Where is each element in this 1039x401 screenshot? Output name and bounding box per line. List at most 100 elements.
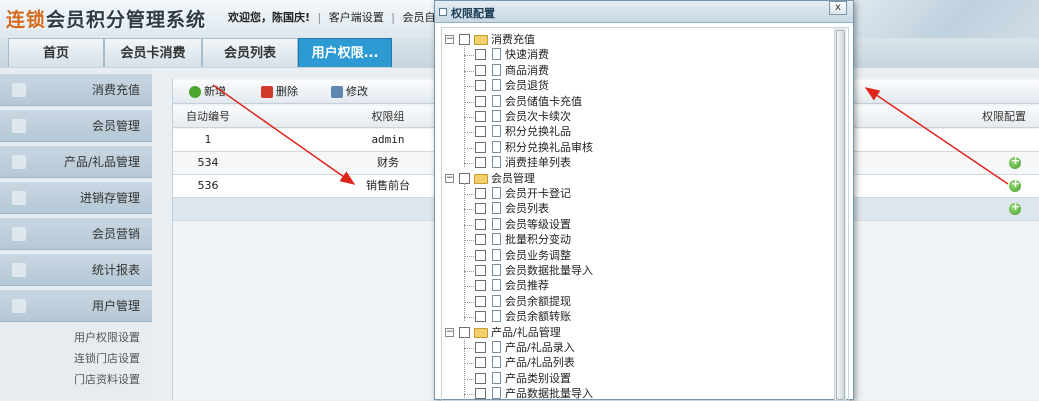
tree-expander-icon[interactable]: − (445, 173, 454, 183)
column-header-config[interactable]: 权限配置 (968, 106, 1039, 128)
tree-permission-label[interactable]: 产品/礼品列表 (505, 355, 575, 370)
permission-checkbox[interactable] (475, 111, 486, 122)
tree-permission-label[interactable]: 会员列表 (505, 201, 549, 216)
permission-checkbox[interactable] (475, 49, 486, 61)
permission-checkbox[interactable] (475, 64, 486, 76)
permission-checkbox[interactable] (475, 265, 486, 276)
gift-icon (12, 155, 26, 169)
client-settings-link[interactable]: 客户端设置 (329, 11, 384, 24)
tab-home[interactable]: 首页 (8, 38, 104, 67)
sidebar-item-member-marketing[interactable]: 会员营销 (0, 218, 152, 250)
user-icon (12, 83, 26, 97)
tree-permission-label[interactable]: 会员余额提现 (505, 294, 571, 309)
close-button[interactable]: x (829, 1, 847, 15)
tree-permission-label[interactable]: 会员数据批量导入 (505, 263, 593, 278)
column-header-id[interactable]: 自动编号 (173, 106, 243, 128)
tree-connector (464, 301, 474, 303)
sidebar-subitem-chain-stores[interactable]: 连锁门店设置 (0, 349, 152, 369)
tree-connector (464, 348, 474, 349)
tree-permission-label[interactable]: 产品类别设置 (505, 371, 571, 386)
document-icon (492, 248, 501, 261)
permission-checkbox[interactable] (475, 372, 486, 384)
permission-checkbox[interactable] (475, 141, 486, 153)
tree-group-label[interactable]: 会员管理 (491, 171, 535, 186)
tree-permission-label[interactable]: 会员等级设置 (505, 217, 571, 232)
tree-permission-label[interactable]: 消费挂单列表 (505, 155, 571, 170)
vertical-scrollbar[interactable] (834, 28, 846, 400)
permission-checkbox[interactable] (475, 357, 486, 369)
scrollbar-thumb[interactable] (836, 30, 845, 400)
welcome-bar: 欢迎您，陈国庆! | 客户端设置 | 会员自助 (228, 9, 446, 25)
tree-permission-label[interactable]: 会员开卡登记 (505, 186, 571, 201)
permission-checkbox[interactable] (475, 280, 486, 292)
tree-permission-label[interactable]: 会员余额转账 (505, 309, 571, 324)
permission-checkbox[interactable] (475, 126, 486, 138)
tree-permission-label[interactable]: 积分兑换礼品审核 (505, 140, 593, 155)
sidebar-item-member-management[interactable]: 会员管理 (0, 110, 152, 142)
dialog-titlebar[interactable]: 权限配置 x (435, 1, 853, 23)
delete-button[interactable]: 删除 (261, 84, 298, 100)
tree-permission-label[interactable]: 产品/礼品录入 (505, 340, 575, 355)
permission-checkbox[interactable] (475, 203, 486, 215)
tree-permission-label[interactable]: 快速消费 (505, 47, 549, 62)
tree-expander-icon[interactable]: − (445, 327, 454, 337)
tree-permission-label[interactable]: 商品消费 (505, 63, 549, 78)
tree-connector (464, 378, 474, 380)
permission-checkbox[interactable] (475, 80, 486, 92)
tree-connector (464, 209, 474, 211)
tree-permission-label[interactable]: 会员储值卡充值 (505, 94, 582, 109)
tree-permission-label[interactable]: 会员退货 (505, 78, 549, 93)
tree-permission-label[interactable]: 产品数据批量导入 (505, 386, 593, 400)
tab-user-permissions[interactable]: 用户权限... (298, 38, 392, 67)
sidebar-item-consume-recharge[interactable]: 消费充值 (0, 74, 152, 106)
document-icon (492, 156, 501, 169)
sidebar-item-inventory[interactable]: 进销存管理 (0, 182, 152, 214)
permission-checkbox[interactable] (475, 249, 486, 261)
permission-config-icon[interactable] (1009, 177, 1021, 192)
sidebar-subitem-store-info[interactable]: 门店资料设置 (0, 370, 152, 390)
document-icon (492, 110, 501, 122)
permission-checkbox[interactable] (475, 342, 486, 353)
tree-connector (464, 363, 474, 365)
permission-checkbox[interactable] (475, 311, 486, 323)
document-icon (492, 202, 501, 215)
app-logo: 连锁会员积分管理系统 (6, 9, 207, 31)
tree-group-label[interactable]: 消费充值 (491, 32, 535, 47)
tree-group-label[interactable]: 产品/礼品管理 (491, 325, 561, 340)
permission-checkbox[interactable] (475, 234, 486, 246)
tree-connector (464, 224, 474, 226)
dialog-title: 权限配置 (451, 7, 495, 20)
permission-checkbox[interactable] (475, 95, 486, 107)
tree-connector (464, 117, 474, 118)
permission-checkbox[interactable] (475, 295, 486, 307)
tree-permission-label[interactable]: 会员次卡续次 (505, 109, 571, 124)
permission-config-icon[interactable] (1009, 154, 1021, 169)
permission-checkbox[interactable] (475, 388, 486, 400)
tree-permission-label[interactable]: 批量积分变动 (505, 232, 571, 247)
document-icon (492, 387, 501, 400)
document-icon (492, 264, 501, 276)
add-button[interactable]: 新增 (189, 84, 226, 100)
tree-connector (464, 336, 465, 399)
tree-permission-label[interactable]: 会员业务调整 (505, 248, 571, 263)
tree-permission-label[interactable]: 积分兑换礼品 (505, 124, 571, 139)
tab-member-list[interactable]: 会员列表 (202, 38, 298, 67)
permission-checkbox[interactable] (475, 188, 486, 199)
tree-permission-label[interactable]: 会员推荐 (505, 278, 549, 293)
separator: | (391, 11, 395, 24)
user-name: 陈国庆! (272, 11, 311, 24)
sidebar-item-user-management[interactable]: 用户管理 (0, 290, 152, 322)
sidebar-item-product-gift[interactable]: 产品/礼品管理 (0, 146, 152, 178)
mail-icon (12, 227, 26, 241)
permission-checkbox[interactable] (475, 218, 486, 230)
delete-icon (261, 86, 273, 98)
tab-member-card-consume[interactable]: 会员卡消费 (104, 38, 202, 67)
permission-checkbox[interactable] (475, 157, 486, 169)
add-icon (189, 86, 201, 98)
tree-expander-icon[interactable]: − (445, 35, 454, 44)
tree-connector (464, 55, 474, 57)
sidebar-subitem-permissions[interactable]: 用户权限设置 (0, 328, 152, 348)
sidebar-item-reports[interactable]: 统计报表 (0, 254, 152, 286)
edit-button[interactable]: 修改 (331, 84, 368, 100)
permission-config-icon[interactable] (1009, 200, 1021, 215)
